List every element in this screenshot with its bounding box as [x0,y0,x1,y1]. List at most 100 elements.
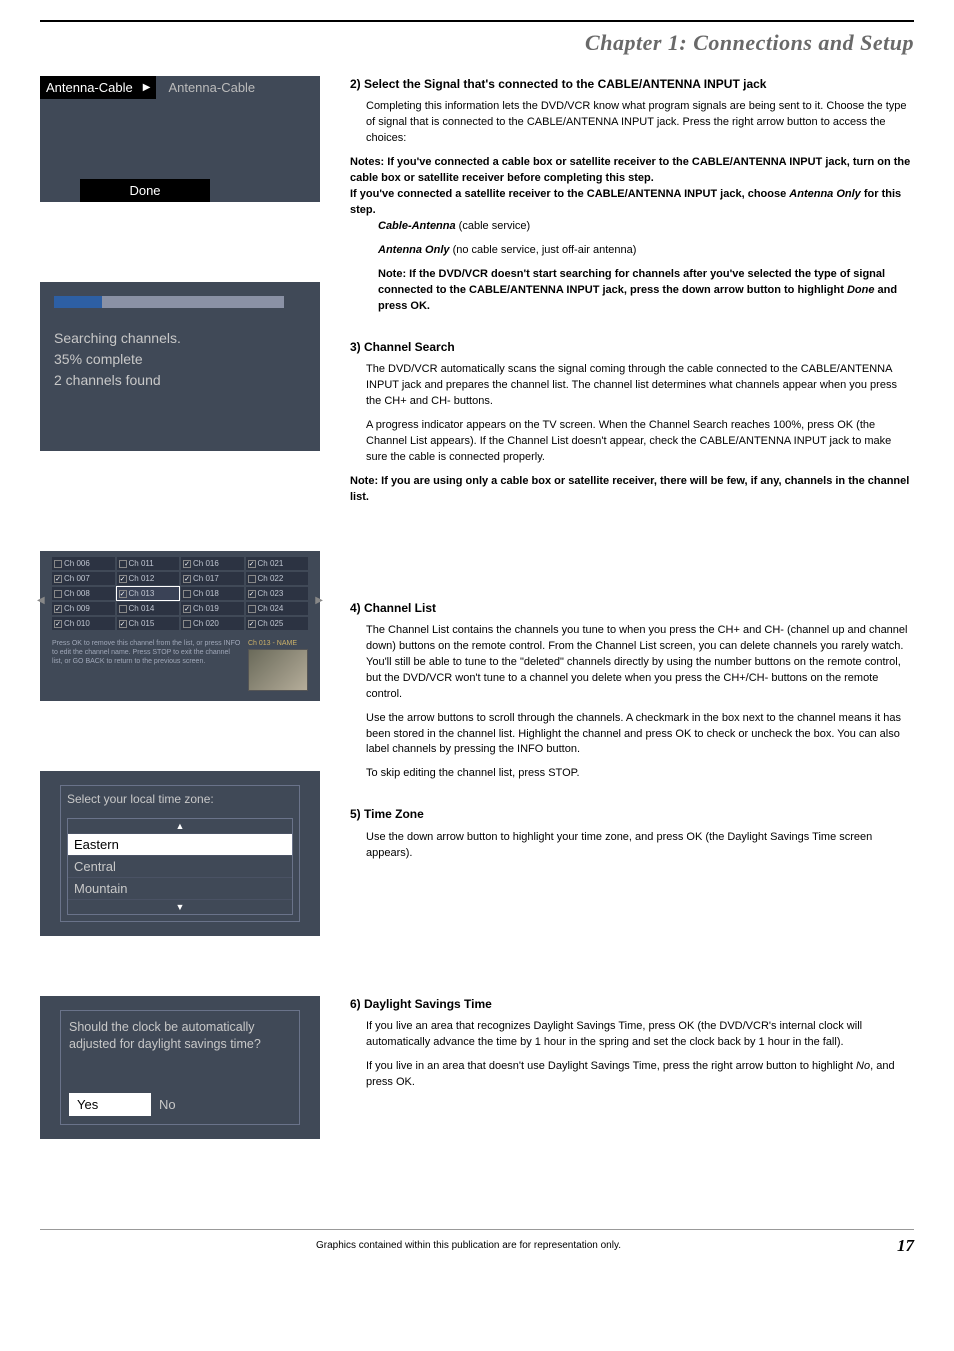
search-line2: 35% complete [54,349,306,370]
screenshot-antenna: Antenna-Cable ▶ Antenna-Cable Done [40,76,320,202]
channel-cell: Ch 015 [117,617,180,630]
dst-prompt: Should the clock be automatically adjust… [69,1019,291,1053]
channel-label: Ch 009 [64,604,90,613]
channel-label: Ch 010 [64,619,90,628]
antenna-option: Antenna-Cable [162,76,261,99]
channel-cell: Ch 011 [117,557,180,570]
left-arrow-icon: ◀ [37,595,45,606]
antenna-selected: Antenna-Cable ▶ [40,76,156,99]
s5-p1: Use the down arrow button to highlight y… [366,830,914,862]
check-icon [54,620,62,628]
channel-label: Ch 013 [129,589,155,598]
right-arrow-icon: ▶ [315,595,323,606]
channel-label: Ch 008 [64,589,90,598]
channel-label: Ch 006 [64,559,90,568]
channel-label: Ch 025 [258,619,284,628]
channel-list-info: Press OK to remove this channel from the… [52,640,242,691]
check-icon [183,590,191,598]
check-icon [183,575,191,583]
check-icon [54,560,62,568]
timezone-item-mountain: Mountain [68,877,292,899]
channel-cell: Ch 008 [52,587,115,600]
s2-note2: If you've connected a satellite receiver… [350,187,914,219]
check-icon [119,605,127,613]
channel-label: Ch 012 [129,574,155,583]
channel-cell: Ch 022 [246,572,309,585]
page-footer: Graphics contained within this publicati… [40,1229,914,1256]
channel-label: Ch 016 [193,559,219,568]
check-icon [119,575,127,583]
channel-label: Ch 023 [258,589,284,598]
section-4-title: 4) Channel List [350,600,914,617]
section-2: 2) Select the Signal that's connected to… [350,76,914,315]
done-button: Done [80,179,210,202]
s2-optnote: Note: If the DVD/VCR doesn't start searc… [378,267,914,315]
section-5: 5) Time Zone Use the down arrow button t… [350,806,914,861]
right-arrow-icon: ▶ [143,82,151,93]
screenshot-timezone: Select your local time zone: ▲ Eastern C… [40,771,320,936]
channel-label: Ch 017 [193,574,219,583]
check-icon [54,575,62,583]
channel-cell: Ch 023 [246,587,309,600]
section-3-title: 3) Channel Search [350,339,914,356]
channel-cell: Ch 013 [117,587,180,600]
channel-label: Ch 014 [129,604,155,613]
channel-cell: Ch 016 [181,557,244,570]
search-line1: Searching channels. [54,328,306,349]
check-icon [119,590,127,598]
dst-yes-button: Yes [69,1093,151,1116]
section-2-title: 2) Select the Signal that's connected to… [350,76,914,93]
channel-cell: Ch 010 [52,617,115,630]
channel-cell: Ch 014 [117,602,180,615]
channel-preview [248,649,308,691]
up-arrow-icon: ▲ [68,819,292,833]
channel-label: Ch 019 [193,604,219,613]
channel-label: Ch 021 [258,559,284,568]
timezone-item-eastern: Eastern [68,833,292,855]
s3-note: Note: If you are using only a cable box … [350,474,914,506]
s3-p2: A progress indicator appears on the TV s… [366,418,914,466]
section-6: 6) Daylight Savings Time If you live an … [350,996,914,1091]
check-icon [248,560,256,568]
s6-p2: If you live in an area that doesn't use … [366,1059,914,1091]
channel-cell: Ch 006 [52,557,115,570]
s2-note1: Notes: If you've connected a cable box o… [350,155,914,187]
section-4: 4) Channel List The Channel List contain… [350,600,914,783]
s6-p1: If you live an area that recognizes Dayl… [366,1019,914,1051]
channel-cell: Ch 009 [52,602,115,615]
check-icon [248,590,256,598]
progress-bar [54,296,284,308]
s3-p1: The DVD/VCR automatically scans the sign… [366,362,914,410]
check-icon [54,605,62,613]
timezone-prompt: Select your local time zone: [67,792,293,806]
section-5-title: 5) Time Zone [350,806,914,823]
check-icon [248,620,256,628]
s2-opt2: Antenna Only (no cable service, just off… [378,243,914,259]
channel-label: Ch 018 [193,589,219,598]
check-icon [119,560,127,568]
channel-label: Ch 022 [258,574,284,583]
check-icon [248,605,256,613]
channel-cell: Ch 025 [246,617,309,630]
check-icon [183,620,191,628]
s4-p3: To skip editing the channel list, press … [366,766,914,782]
channel-label: Ch 007 [64,574,90,583]
s2-p1: Completing this information lets the DVD… [366,99,914,147]
search-line3: 2 channels found [54,370,306,391]
check-icon [183,605,191,613]
channel-cell: Ch 017 [181,572,244,585]
antenna-selected-label: Antenna-Cable [46,80,133,95]
channel-cell: Ch 020 [181,617,244,630]
check-icon [119,620,127,628]
channel-cell: Ch 012 [117,572,180,585]
channel-label: Ch 015 [129,619,155,628]
screenshot-channel-search: Searching channels. 35% complete 2 chann… [40,282,320,451]
s4-p1: The Channel List contains the channels y… [366,623,914,703]
s2-opt1: Cable-Antenna (cable service) [378,219,914,235]
chapter-title: Chapter 1: Connections and Setup [40,30,914,56]
section-3: 3) Channel Search The DVD/VCR automatica… [350,339,914,506]
check-icon [183,560,191,568]
channel-label: Ch 024 [258,604,284,613]
channel-cell: Ch 024 [246,602,309,615]
down-arrow-icon: ▼ [68,899,292,914]
